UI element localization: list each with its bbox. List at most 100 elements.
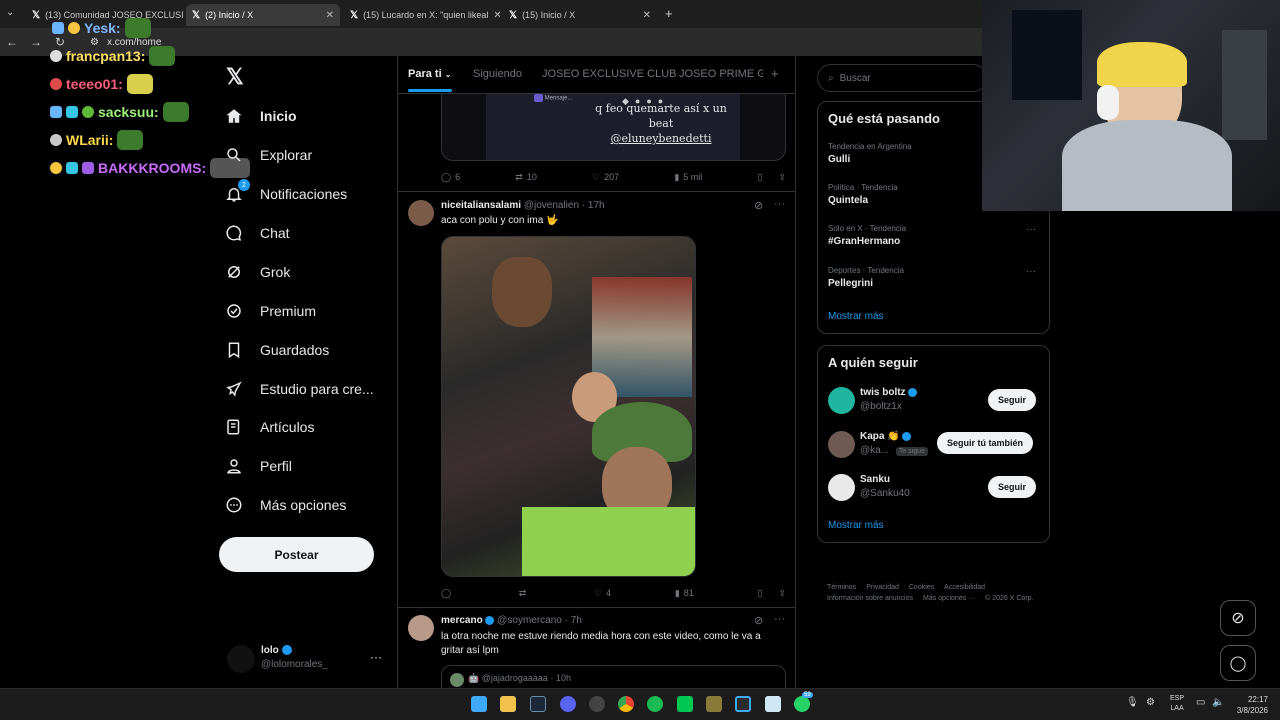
tab-para-ti[interactable]: Para ti ⌄	[408, 68, 451, 80]
tweet-author-handle[interactable]: @soymercano	[497, 615, 562, 626]
sidebar-item-perfil[interactable]: Perfil	[224, 451, 292, 481]
footer-link[interactable]: Accesibilidad	[944, 584, 985, 591]
bookmark-button[interactable]: ▯ ⇪	[757, 169, 786, 185]
clock[interactable]: 22:17 3/8/2026	[1232, 694, 1268, 716]
app-icon[interactable]	[706, 696, 722, 712]
post-button[interactable]: Postear	[219, 537, 374, 572]
grok-icon[interactable]: ⊘	[754, 614, 763, 627]
avatar[interactable]	[227, 645, 255, 673]
forward-arrow-icon[interactable]: →	[24, 35, 48, 49]
windows-start-icon[interactable]	[471, 696, 487, 712]
follow-button[interactable]: Seguir	[988, 476, 1037, 498]
app-icon[interactable]	[589, 696, 605, 712]
repost-button[interactable]: ⇄ 10	[515, 169, 537, 185]
tab-joseo-prime[interactable]: JOSEO PRIME GR	[679, 68, 763, 80]
chrome-icon[interactable]	[618, 696, 634, 712]
sidebar-item-articulos[interactable]: Artículos	[224, 412, 314, 442]
file-explorer-icon[interactable]	[500, 696, 516, 712]
browser-tab[interactable]: 𝕏 (15) Lucardo en X: "quien likeal ✕	[344, 4, 500, 26]
like-button[interactable]: ♡ 4	[594, 585, 611, 601]
browser-tab[interactable]: 𝕏 (15) Inicio / X ✕	[503, 4, 657, 26]
reply-button[interactable]: ◯ 6	[441, 169, 460, 185]
tweet-author-name[interactable]: niceitaliansalami	[441, 200, 521, 211]
follow-back-button[interactable]: Seguir tú también	[937, 432, 1034, 454]
network-icon[interactable]: ⚙	[1146, 697, 1155, 708]
sidebar-item-chat[interactable]: Chat	[224, 218, 290, 248]
close-tab-icon[interactable]: ✕	[493, 10, 500, 21]
tweet-time[interactable]: · 17h	[582, 200, 605, 211]
microphone-icon[interactable]: 🎙	[1126, 697, 1139, 708]
messages-float-button[interactable]: ◯	[1220, 645, 1256, 681]
footer-link[interactable]: Cookies	[909, 584, 934, 591]
tweet-media[interactable]: Mensaje... ◆●●● q feo quemarte así x un …	[441, 94, 786, 161]
trend-more-icon[interactable]: ···	[1026, 266, 1036, 277]
bookmark-button[interactable]: ▯ ⇪	[758, 585, 787, 601]
reply-button[interactable]: ◯	[441, 585, 455, 601]
footer-link[interactable]: Información sobre anuncios	[827, 595, 913, 602]
app-icon[interactable]	[677, 696, 693, 712]
back-arrow-icon[interactable]: ←	[0, 35, 24, 49]
tweet-photo[interactable]	[441, 236, 696, 577]
browser-icon[interactable]	[735, 696, 751, 712]
trend-item[interactable]: Política · Tendencia Quintela	[828, 183, 898, 206]
follow-button[interactable]: Seguir	[988, 389, 1037, 411]
show-more-follow-link[interactable]: Mostrar más	[828, 520, 884, 531]
x-logo-icon[interactable]: 𝕏	[226, 64, 244, 90]
close-tab-icon[interactable]: ✕	[643, 10, 651, 21]
like-button[interactable]: ♡ 207	[592, 169, 619, 185]
grok-float-button[interactable]: ⊘	[1220, 600, 1256, 636]
avatar[interactable]	[408, 200, 434, 226]
sidebar-item-guardados[interactable]: Guardados	[224, 335, 329, 365]
notepad-icon[interactable]	[765, 696, 781, 712]
tweet-more-icon[interactable]: ···	[774, 613, 785, 625]
search-input[interactable]: Buscar	[840, 73, 871, 84]
footer-link[interactable]: Más opciones ···	[923, 595, 975, 602]
close-tab-icon[interactable]: ✕	[326, 10, 334, 21]
trend-item[interactable]: Tendencia en Argentina Gulli	[828, 142, 912, 165]
sidebar-item-explorar[interactable]: Explorar	[224, 140, 312, 170]
footer-link[interactable]: Privacidad	[866, 584, 899, 591]
views-button[interactable]: ▮ 81	[675, 585, 694, 601]
footer-link[interactable]: Términos	[827, 584, 856, 591]
add-tab-plus-icon[interactable]: +	[771, 66, 779, 81]
new-tab-plus-icon[interactable]: +	[665, 6, 673, 21]
tweet-more-icon[interactable]: ···	[774, 198, 785, 210]
sidebar-item-mas-opciones[interactable]: Más opciones	[224, 490, 346, 520]
tweet-author-name[interactable]: mercano	[441, 615, 483, 626]
browser-tab-active[interactable]: 𝕏 (2) Inicio / X ✕	[186, 4, 340, 26]
sidebar-item-notificaciones[interactable]: 2 Notificaciones	[224, 179, 347, 209]
tab-siguiendo[interactable]: Siguiendo	[473, 68, 522, 80]
tab-joseo-exclusive[interactable]: JOSEO EXCLUSIVE CLUB	[542, 68, 677, 80]
follow-name[interactable]: Sanku	[860, 474, 890, 485]
avatar[interactable]	[828, 387, 855, 414]
sidebar-item-inicio[interactable]: Inicio	[224, 101, 297, 131]
display-icon[interactable]: ▭	[1196, 697, 1205, 708]
search-box[interactable]: ⌕ Buscar	[817, 64, 987, 92]
account-name[interactable]: lolo	[261, 645, 292, 656]
language-indicator[interactable]: ESP LAA	[1170, 694, 1184, 714]
discord-icon[interactable]	[560, 696, 576, 712]
trend-item[interactable]: Deportes · Tendencia Pellegrini	[828, 266, 904, 289]
tweet-time[interactable]: · 7h	[565, 615, 582, 626]
trend-item[interactable]: Solo en X · Tendencia #GranHermano	[828, 224, 906, 247]
follow-name[interactable]: Kapa 👏	[860, 431, 912, 442]
repost-button[interactable]: ⇄	[519, 585, 531, 601]
trend-more-icon[interactable]: ···	[1026, 224, 1036, 235]
volume-icon[interactable]: 🔈	[1212, 697, 1224, 708]
sidebar-item-grok[interactable]: Grok	[224, 257, 290, 287]
spotify-icon[interactable]	[647, 696, 663, 712]
avatar[interactable]	[828, 474, 855, 501]
sidebar-item-estudio[interactable]: Estudio para cre...	[224, 374, 374, 404]
avatar[interactable]	[828, 431, 855, 458]
show-more-trends-link[interactable]: Mostrar más	[828, 311, 884, 322]
follow-name[interactable]: twis boltz	[860, 387, 918, 398]
whatsapp-icon[interactable]	[794, 696, 810, 712]
views-button[interactable]: ▮ 5 mil	[674, 169, 702, 185]
tweet-author-handle[interactable]: @jovenalien	[524, 200, 579, 211]
steam-icon[interactable]	[530, 696, 546, 712]
account-more-icon[interactable]: ···	[370, 650, 382, 664]
sidebar-item-premium[interactable]: Premium	[224, 296, 316, 326]
tab-list-chevron-icon[interactable]: ⌄	[6, 7, 14, 18]
avatar[interactable]	[408, 615, 434, 641]
grok-icon[interactable]: ⊘	[754, 199, 763, 212]
